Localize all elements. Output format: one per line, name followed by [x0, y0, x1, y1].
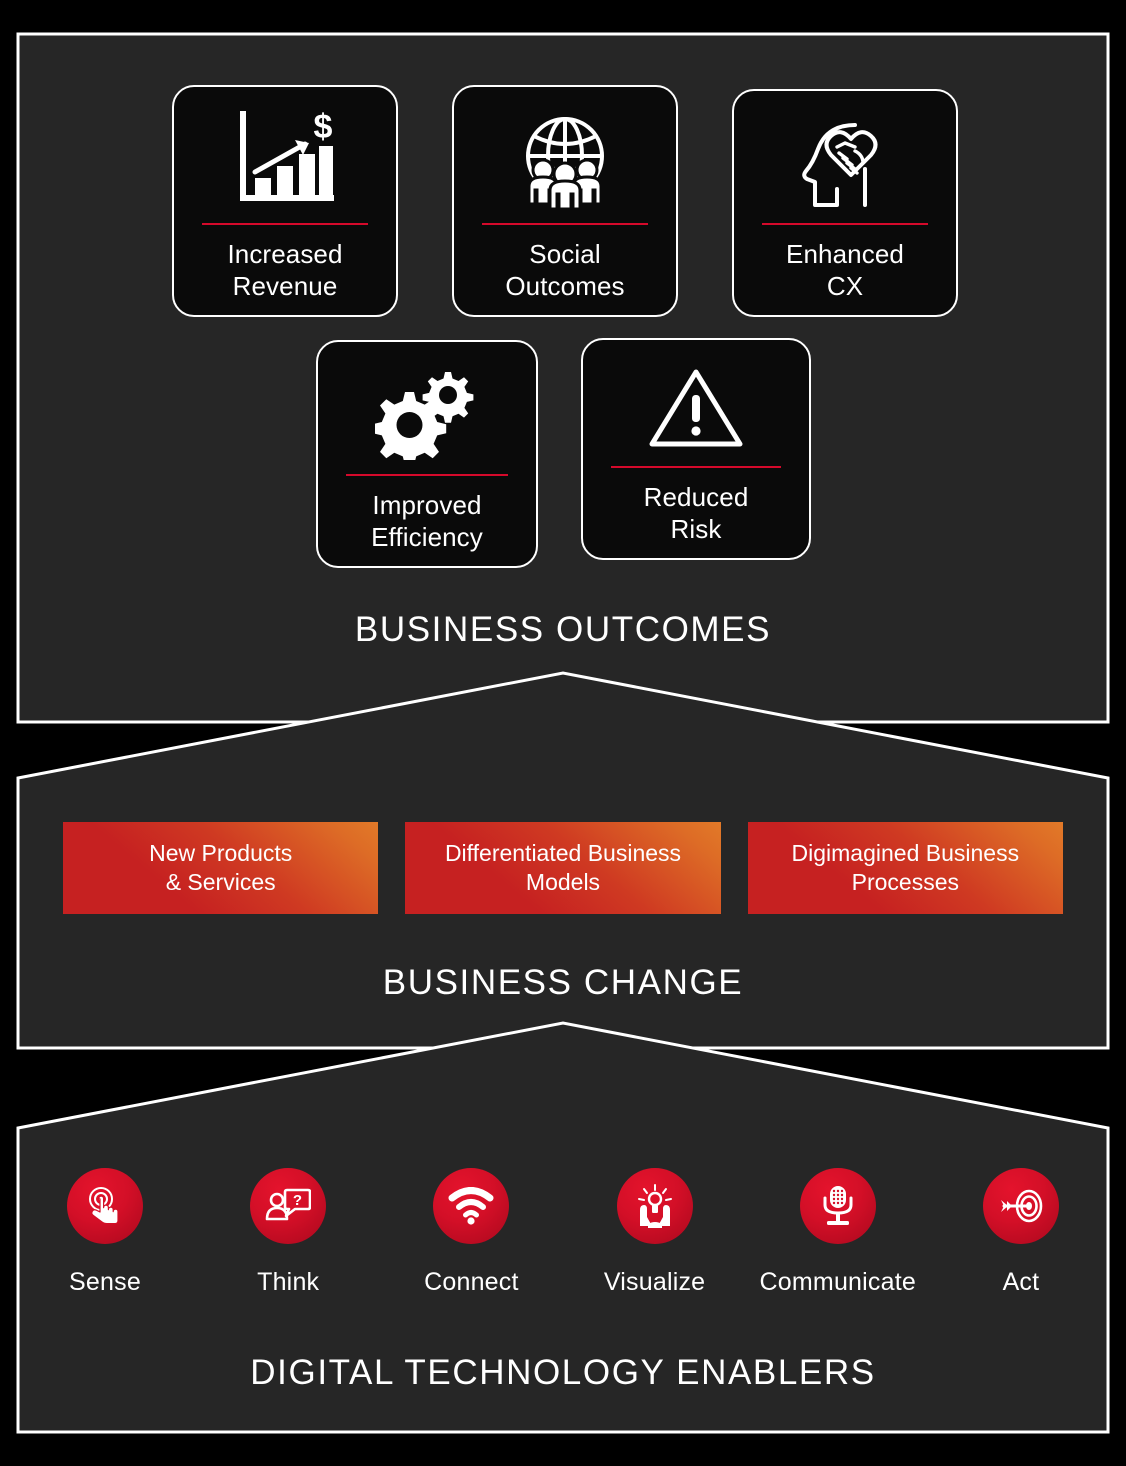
- enablers-row: Sense ? Think Connect Visualize Communic…: [30, 1168, 1096, 1297]
- enabler-badge: [616, 1168, 693, 1244]
- outcome-card-increased-revenue[interactable]: $ Increased Revenue: [172, 85, 398, 317]
- bar-chart-dollar-icon: $: [233, 109, 337, 211]
- enabler-label: Visualize: [603, 1268, 706, 1296]
- change-bar-label-line-2: Models: [525, 869, 601, 895]
- change-bar-label-line-1: Digimagined Business: [791, 840, 1020, 867]
- diagram-canvas: $ Increased Revenue Social Outcomes Enha…: [0, 0, 1126, 1466]
- outcome-card-improved-efficiency[interactable]: Improved Efficiency: [316, 340, 538, 568]
- globe-people-icon: [515, 109, 615, 211]
- enabler-label: Think: [257, 1268, 320, 1296]
- outcome-card-label: Reduced Risk: [644, 482, 749, 546]
- outcome-card-label: Social Outcomes: [505, 239, 624, 303]
- outcome-card-label: Improved Efficiency: [371, 490, 483, 554]
- label-line-2: Revenue: [232, 271, 338, 302]
- wifi-icon: [448, 1187, 494, 1225]
- change-bar-new-products-and-services[interactable]: New Products & Services: [63, 822, 379, 914]
- enabler-sense[interactable]: Sense: [30, 1168, 180, 1297]
- outcome-card-reduced-risk[interactable]: Reduced Risk: [581, 338, 811, 560]
- label-line-1: Social: [529, 239, 601, 270]
- change-bar-label-line-2: & Services: [165, 869, 276, 895]
- enabler-connect[interactable]: Connect: [396, 1168, 546, 1297]
- label-line-1: Reduced: [643, 482, 749, 513]
- label-line-2: Efficiency: [371, 522, 483, 553]
- change-bar-differentiated-business-models[interactable]: Differentiated Business Models: [405, 822, 721, 914]
- label-line-2: CX: [826, 271, 864, 302]
- gears-icon: [375, 364, 479, 462]
- section-title-business-outcomes: BUSINESS OUTCOMES: [354, 610, 772, 649]
- enabler-badge: [67, 1168, 143, 1244]
- microphone-icon: [818, 1184, 858, 1228]
- section-title-digital-technology-enablers: DIGITAL TECHNOLOGY ENABLERS: [250, 1353, 876, 1392]
- enabler-label: Act: [1002, 1268, 1040, 1296]
- enabler-badge: ?: [250, 1168, 327, 1244]
- outcome-card-label: Enhanced CX: [786, 239, 904, 303]
- outcome-card-enhanced-cx[interactable]: Enhanced CX: [732, 89, 958, 317]
- person-question-bubble-icon: ?: [265, 1185, 312, 1227]
- change-bar-digimagined-business-processes[interactable]: Digimagined Business Processes: [747, 822, 1063, 914]
- target-arrow-icon: [998, 1186, 1044, 1226]
- outcome-card-label: Increased Revenue: [227, 239, 342, 303]
- change-bar-label-line-1: Differentiated Business: [444, 840, 682, 867]
- enabler-label: Connect: [424, 1268, 519, 1296]
- enabler-communicate[interactable]: Communicate: [759, 1168, 916, 1297]
- change-bar-label-line-2: Processes: [851, 869, 959, 895]
- enabler-think[interactable]: ? Think: [213, 1168, 363, 1297]
- section-title-business-change: BUSINESS CHANGE: [382, 963, 744, 1002]
- outcome-card-social-outcomes[interactable]: Social Outcomes: [452, 85, 678, 317]
- warning-triangle-icon: [647, 362, 745, 454]
- enabler-badge: [799, 1168, 876, 1244]
- label-line-1: Enhanced: [786, 239, 904, 270]
- card-divider: [202, 223, 368, 226]
- label-line-2: Risk: [670, 514, 722, 545]
- label-line-1: Increased: [227, 239, 343, 270]
- business-change-bars: New Products & Services Differentiated B…: [63, 822, 1063, 914]
- touch-fingerprint-icon: [83, 1184, 127, 1228]
- head-handshake-icon: [793, 113, 897, 211]
- card-divider: [346, 474, 508, 477]
- card-divider: [762, 223, 928, 226]
- enabler-badge: [433, 1168, 510, 1244]
- card-divider: [611, 466, 781, 469]
- enabler-label: Sense: [69, 1268, 141, 1296]
- enabler-badge: [982, 1168, 1059, 1244]
- label-line-1: Improved: [372, 490, 482, 521]
- label-line-2: Outcomes: [505, 271, 625, 302]
- enabler-visualize[interactable]: Visualize: [580, 1168, 730, 1297]
- enabler-act[interactable]: Act: [946, 1168, 1096, 1297]
- enabler-label: Communicate: [759, 1268, 916, 1296]
- svg-text:$: $: [314, 110, 333, 146]
- outcome-cards-row-1: $ Increased Revenue Social Outcomes Enha…: [172, 85, 958, 317]
- change-bar-label-line-1: New Products: [149, 840, 293, 867]
- hands-lightbulb-icon: [633, 1184, 677, 1228]
- outcome-cards-row-2: Improved Efficiency Reduced Risk: [316, 338, 811, 568]
- card-divider: [482, 223, 648, 226]
- svg-text:?: ?: [293, 1192, 302, 1209]
